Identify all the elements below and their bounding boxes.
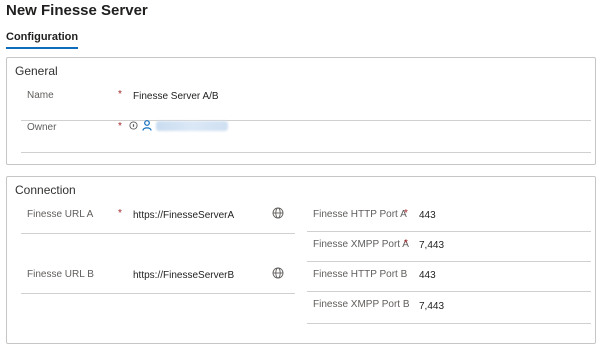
http-port-b-field-row: Finesse HTTP Port B 443 bbox=[307, 269, 591, 292]
xmpp-port-b-field-row: Finesse XMPP Port B 7,443 bbox=[307, 299, 591, 324]
required-indicator: * bbox=[118, 121, 122, 132]
required-indicator: * bbox=[118, 89, 122, 100]
required-indicator: * bbox=[118, 208, 122, 219]
http-port-b-label: Finesse HTTP Port B bbox=[313, 269, 408, 280]
required-indicator: * bbox=[404, 208, 408, 219]
section-title-connection: Connection bbox=[15, 183, 76, 197]
required-indicator: * bbox=[404, 238, 408, 249]
owner-value-redacted bbox=[156, 120, 228, 131]
url-a-field-row: Finesse URL A * https://FinesseServerA bbox=[21, 207, 295, 234]
lock-icon bbox=[129, 121, 138, 130]
http-port-b-input[interactable]: 443 bbox=[419, 270, 436, 281]
globe-icon[interactable] bbox=[272, 267, 284, 279]
owner-field-row: Owner * bbox=[21, 120, 591, 153]
xmpp-port-b-label: Finesse XMPP Port B bbox=[313, 299, 410, 310]
page-title: New Finesse Server bbox=[6, 2, 148, 19]
http-port-a-label: Finesse HTTP Port A bbox=[313, 209, 407, 220]
name-field-row: Name * Finesse Server A/B bbox=[21, 89, 591, 121]
owner-label: Owner bbox=[27, 122, 57, 133]
xmpp-port-b-input[interactable]: 7,443 bbox=[419, 301, 444, 312]
globe-icon[interactable] bbox=[272, 207, 284, 219]
connection-section: Connection Finesse URL A * https://Fines… bbox=[6, 176, 596, 344]
http-port-a-field-row: Finesse HTTP Port A * 443 bbox=[307, 208, 591, 232]
tab-configuration[interactable]: Configuration bbox=[6, 31, 79, 49]
section-title-general: General bbox=[15, 64, 58, 78]
xmpp-port-a-label: Finesse XMPP Port A bbox=[313, 239, 409, 250]
url-b-label: Finesse URL B bbox=[27, 269, 94, 280]
xmpp-port-a-input[interactable]: 7,443 bbox=[419, 240, 444, 251]
name-input[interactable]: Finesse Server A/B bbox=[133, 91, 219, 102]
url-a-input[interactable]: https://FinesseServerA bbox=[133, 210, 234, 221]
name-label: Name bbox=[27, 90, 54, 101]
xmpp-port-a-field-row: Finesse XMPP Port A * 7,443 bbox=[307, 238, 591, 262]
person-icon bbox=[142, 120, 152, 131]
owner-lookup[interactable] bbox=[129, 120, 228, 131]
general-section: General Name * Finesse Server A/B Owner … bbox=[6, 57, 596, 165]
url-b-input[interactable]: https://FinesseServerB bbox=[133, 270, 234, 281]
url-a-label: Finesse URL A bbox=[27, 209, 94, 220]
url-b-field-row: Finesse URL B https://FinesseServerB bbox=[21, 267, 295, 294]
http-port-a-input[interactable]: 443 bbox=[419, 210, 436, 221]
